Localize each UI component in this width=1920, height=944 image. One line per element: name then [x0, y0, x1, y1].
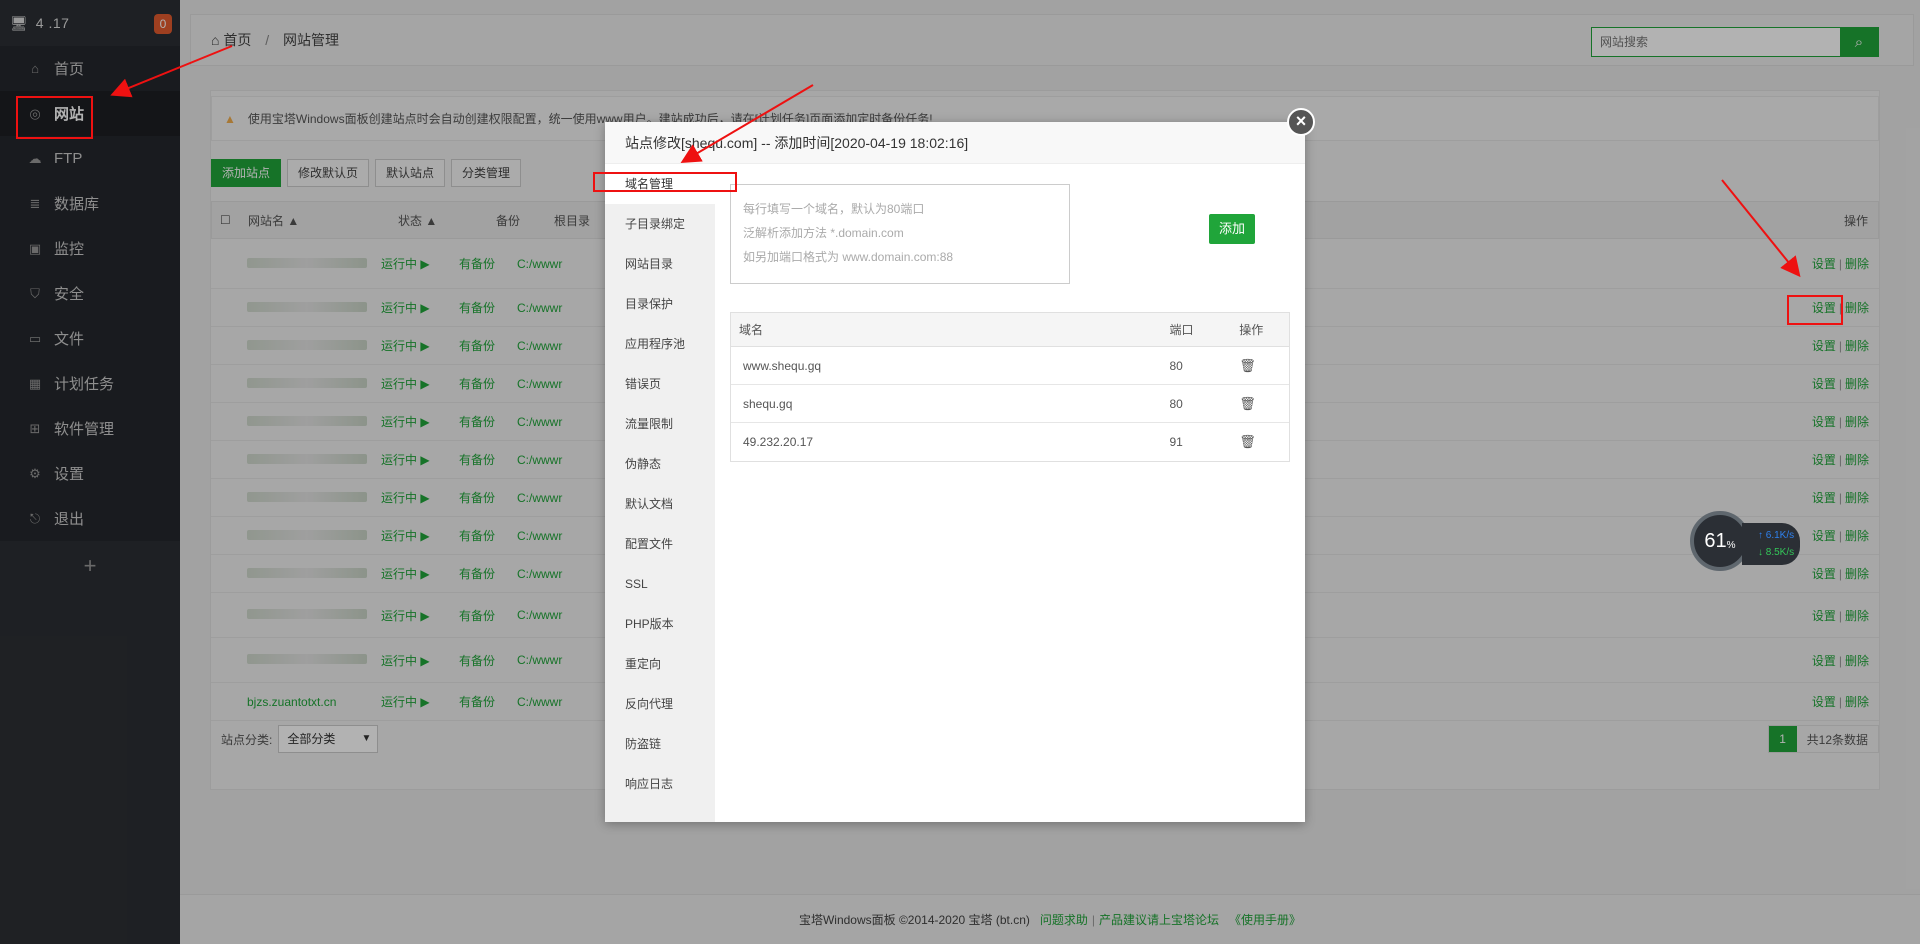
network-speed: ↑ 6.1K/s ↓ 8.5K/s [1742, 523, 1800, 565]
site-edit-modal: 站点修改[shequ.com] -- 添加时间[2020-04-19 18:02… [605, 108, 1315, 822]
modal-tab[interactable]: 目录保护 [605, 284, 715, 324]
load-gauge: 61% [1690, 511, 1750, 571]
domain-row: www.shequ.gq 80 🗑 [731, 347, 1289, 385]
modal-tab[interactable]: 配置文件 [605, 524, 715, 564]
modal-tab[interactable]: 流量限制 [605, 404, 715, 444]
domain-table-body: www.shequ.gq 80 🗑 shequ.gq 80 🗑 49.232.20.17 91… [731, 347, 1289, 461]
trash-icon: 🗑 [1239, 357, 1256, 373]
modal-tab[interactable]: PHP版本 [605, 604, 715, 644]
trash-icon: 🗑 [1239, 434, 1256, 449]
download-speed: ↓ 8.5K/s [1758, 547, 1795, 558]
domain-table-header: 域名 端口 操作 [731, 313, 1289, 347]
modal-tab[interactable]: 子目录绑定 [605, 204, 715, 244]
close-button[interactable]: × [1287, 108, 1315, 136]
textarea-hint-1: 每行填写一个域名，默认为80端口 [743, 202, 925, 216]
modal-tab[interactable]: 网站目录 [605, 244, 715, 284]
col-op: 操作 [1239, 323, 1264, 337]
modal-tab[interactable]: 重定向 [605, 644, 715, 684]
domain-value: www.shequ.gq [743, 358, 822, 373]
load-value: 61 [1704, 529, 1727, 552]
col-domain: 域名 [739, 323, 764, 337]
col-port: 端口 [1169, 323, 1194, 337]
domain-value: 49.232.20.17 [743, 435, 814, 449]
port-value: 80 [1169, 396, 1183, 411]
port-value: 80 [1169, 358, 1183, 373]
delete-domain-button[interactable]: 🗑 [1239, 434, 1289, 450]
textarea-hint-2: 泛解析添加方法 *.domain.com [743, 226, 904, 240]
port-value: 91 [1169, 435, 1183, 449]
modal-tab[interactable]: 反向代理 [605, 684, 715, 724]
modal-tabs: 域名管理 子目录绑定 网站目录 目录保护 应用程序池 错误页 流量限制 伪静态 默认文档 配置文件… [605, 164, 715, 822]
domain-row: 49.232.20.17 91 🗑 [731, 423, 1289, 461]
modal-tab[interactable]: 域名管理 [605, 164, 715, 204]
modal-tab[interactable]: 防盗链 [605, 724, 715, 764]
domain-manage-panel: 每行填写一个域名，默认为80端口 泛解析添加方法 *.domain.com 如另… [730, 184, 1290, 462]
delete-domain-button[interactable]: 🗑 [1239, 396, 1289, 412]
domain-row: shequ.gq 80 🗑 [731, 385, 1289, 423]
domain-value: shequ.gq [743, 396, 793, 411]
modal-tab[interactable]: 错误页 [605, 364, 715, 404]
modal-title: 站点修改[shequ.com] -- 添加时间[2020-04-19 18:02… [605, 122, 1305, 164]
trash-icon: 🗑 [1239, 395, 1256, 411]
load-unit: % [1726, 539, 1736, 551]
add-domain-button[interactable]: 添加 [1209, 214, 1255, 244]
modal-tab[interactable]: 应用程序池 [605, 324, 715, 364]
upload-speed: ↑ 6.1K/s [1758, 530, 1795, 541]
modal-tab[interactable]: SSL [605, 564, 715, 604]
modal-tab[interactable]: 伪静态 [605, 444, 715, 484]
system-load-widget[interactable]: 61% ↑ 6.1K/s ↓ 8.5K/s [1690, 511, 1810, 575]
modal-tab[interactable]: 响应日志 [605, 764, 715, 804]
textarea-hint-3: 如另加端口格式为 www.domain.com:88 [743, 250, 954, 264]
domain-table: 域名 端口 操作 www.shequ.gq 80 🗑 shequ.gq 80 🗑 49.23… [730, 312, 1290, 462]
domain-textarea[interactable]: 每行填写一个域名，默认为80端口 泛解析添加方法 *.domain.com 如另… [730, 184, 1070, 284]
delete-domain-button[interactable]: 🗑 [1239, 358, 1289, 374]
modal-tab[interactable]: 默认文档 [605, 484, 715, 524]
